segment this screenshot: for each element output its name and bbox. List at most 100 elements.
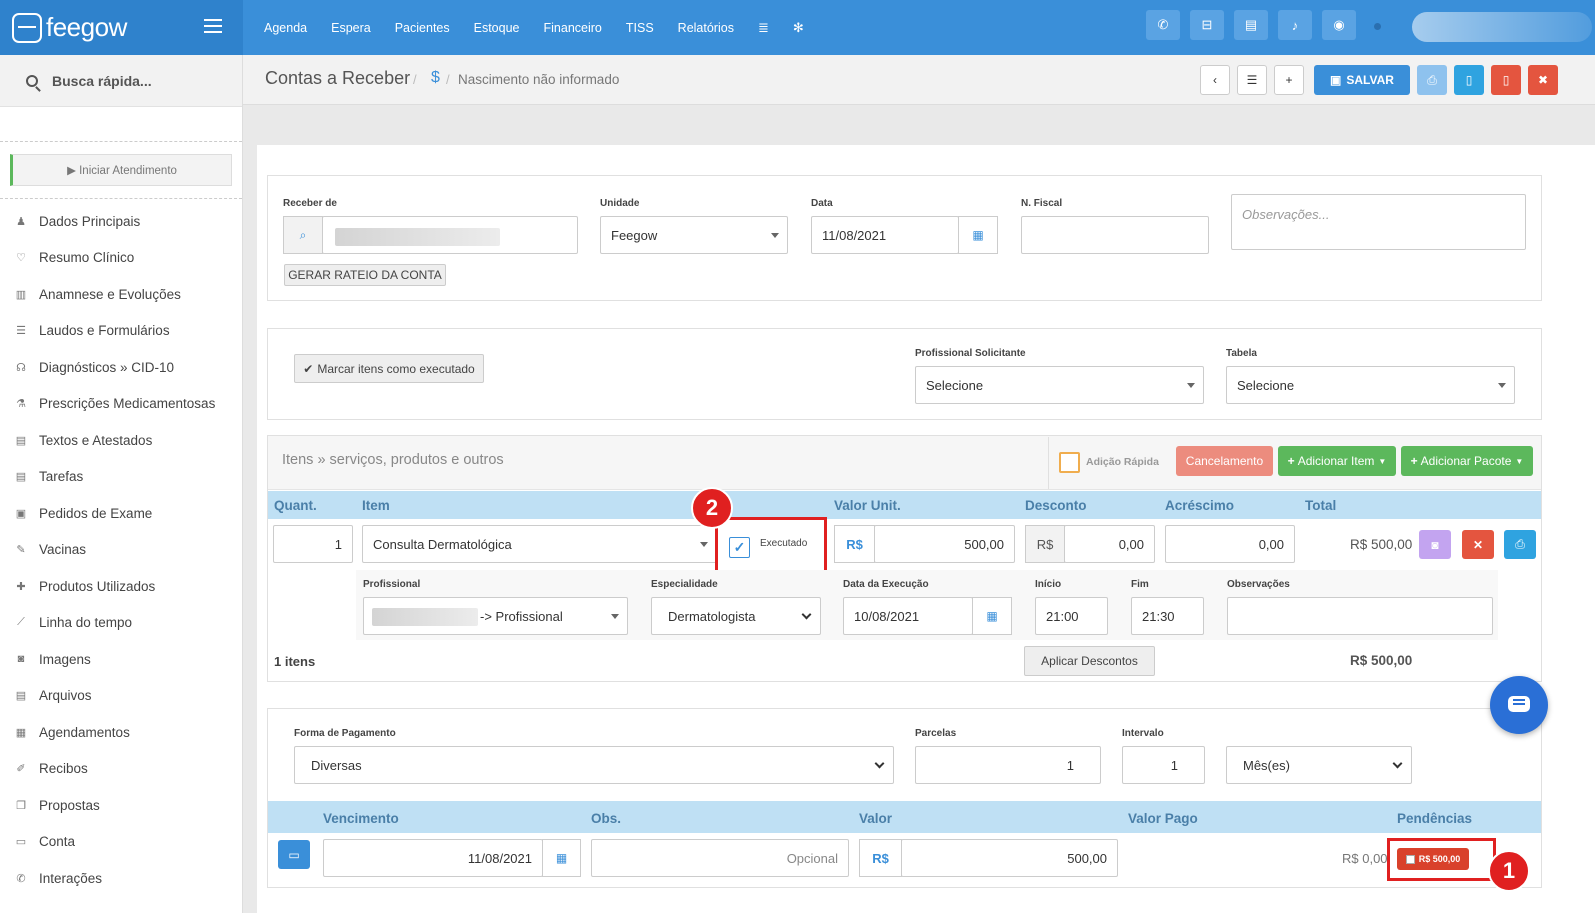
pdf-icon[interactable]: ▯: [1491, 65, 1521, 95]
sidebar-item[interactable]: ▤ Arquivos: [0, 678, 242, 715]
cancelamento-button[interactable]: Cancelamento: [1176, 446, 1273, 476]
fim-input[interactable]: 21:30: [1131, 597, 1204, 635]
installment-card-icon[interactable]: ▭: [278, 840, 310, 869]
sidebar-item[interactable]: ⚗ Prescrições Medicamentosas: [0, 386, 242, 423]
adicao-rapida-checkbox[interactable]: [1059, 452, 1080, 473]
aplicar-descontos-button[interactable]: Aplicar Descontos: [1024, 646, 1155, 676]
sidebar-item[interactable]: ☊ Diagnósticos » CID-10: [0, 349, 242, 386]
search-icon[interactable]: ⌕: [283, 216, 323, 254]
check-circle-icon: ✔: [303, 361, 314, 376]
sidebar-item[interactable]: ♟ Dados Principais: [0, 203, 242, 240]
sidebar-item[interactable]: ▭ Conta: [0, 824, 242, 861]
file-icon: ▤: [15, 471, 27, 484]
tabela-select[interactable]: Selecione: [1226, 366, 1515, 404]
breadcrumb-separator: /: [413, 72, 417, 87]
quant-input[interactable]: 1: [273, 525, 353, 563]
item-select[interactable]: Consulta Dermatológica: [362, 525, 717, 563]
payment-valor-input[interactable]: 500,00: [901, 839, 1118, 877]
remove-icon[interactable]: ✕: [1462, 530, 1494, 559]
sidebar-item[interactable]: ♡ Resumo Clínico: [0, 240, 242, 277]
page-header: Contas a Receber / $ / Nascimento não in…: [243, 55, 1595, 105]
list-icon[interactable]: ☰: [1237, 65, 1267, 95]
sidebar-item-label: Produtos Utilizados: [39, 578, 156, 594]
observacoes-textarea[interactable]: Observações...: [1231, 194, 1526, 250]
sidebar-item[interactable]: ✎ Vacinas: [0, 532, 242, 569]
data-execucao-input[interactable]: 10/08/2021: [843, 597, 973, 635]
parcelas-label: Parcelas: [915, 728, 957, 739]
nfiscal-input[interactable]: [1021, 216, 1209, 254]
data-input[interactable]: 11/08/2021: [811, 216, 959, 254]
professional-name-redacted: [372, 608, 478, 626]
top-bar: feegow Agenda Espera Pacientes Estoque F…: [0, 0, 1595, 55]
user-menu[interactable]: [1412, 12, 1592, 42]
sidebar-item[interactable]: ✆ Interações: [0, 860, 242, 897]
receber-de-input[interactable]: [322, 216, 578, 254]
save-button[interactable]: ▣ SALVAR: [1314, 65, 1410, 95]
sidebar-item[interactable]: ▣ Pedidos de Exame: [0, 495, 242, 532]
especialidade-select[interactable]: Dermatologista: [651, 597, 821, 635]
profissional-select[interactable]: -> Profissional: [363, 597, 628, 635]
chat-widget-icon[interactable]: [1490, 676, 1548, 734]
sidebar-item[interactable]: ☰ Laudos e Formulários: [0, 313, 242, 350]
sidebar-item[interactable]: ▤ Textos e Atestados: [0, 422, 242, 459]
chat-icon[interactable]: ◉: [1322, 10, 1356, 40]
card-icon[interactable]: ▤: [1234, 10, 1268, 40]
back-icon[interactable]: ‹: [1200, 65, 1230, 95]
add-icon[interactable]: +: [1274, 65, 1304, 95]
col-acrescimo: Acréscimo: [1165, 498, 1235, 513]
adicionar-item-button[interactable]: + Adicionar Item ▼: [1278, 446, 1396, 476]
calendar-icon[interactable]: ▦: [542, 839, 581, 877]
menu-toggle-icon[interactable]: [204, 19, 222, 37]
header-divider: [1048, 437, 1049, 489]
valor-unit-input[interactable]: 500,00: [874, 525, 1015, 563]
nav-estoque[interactable]: Estoque: [474, 21, 520, 35]
sidebar-item[interactable]: ▤ Tarefas: [0, 459, 242, 496]
database-icon[interactable]: ≣: [758, 20, 769, 36]
start-attendance-button[interactable]: ▶ Iniciar Atendimento: [10, 154, 232, 186]
desconto-type-addon[interactable]: R$: [1025, 525, 1065, 563]
gear-icon[interactable]: ✻: [793, 20, 804, 36]
mark-executed-button[interactable]: ✔ Marcar itens como executado: [294, 354, 484, 383]
trash-icon[interactable]: ✖: [1528, 65, 1558, 95]
bell-icon[interactable]: ♪: [1278, 10, 1312, 40]
detail-obs-input[interactable]: [1227, 597, 1493, 635]
calendar-icon[interactable]: ▦: [972, 597, 1012, 635]
sidebar-item[interactable]: ▦ Agendamentos: [0, 714, 242, 751]
periodo-select[interactable]: Mês(es): [1226, 746, 1412, 784]
nav-tiss[interactable]: TISS: [626, 21, 654, 35]
gerar-rateio-button[interactable]: GERAR RATEIO DA CONTA: [284, 264, 446, 286]
nav-espera[interactable]: Espera: [331, 21, 371, 35]
inicio-input[interactable]: 21:00: [1035, 597, 1108, 635]
highlight-box-executado: [715, 517, 827, 575]
camera-icon[interactable]: ◙: [1419, 530, 1451, 559]
forma-pagamento-select[interactable]: Diversas: [294, 746, 894, 784]
adicionar-pacote-button[interactable]: + Adicionar Pacote ▼: [1401, 446, 1533, 476]
inbox-icon[interactable]: ⊟: [1190, 10, 1224, 40]
unidade-select[interactable]: Feegow: [600, 216, 788, 254]
quick-search[interactable]: Busca rápida...: [0, 55, 242, 107]
intervalo-input[interactable]: 1: [1122, 746, 1205, 784]
nav-financeiro[interactable]: Financeiro: [544, 21, 602, 35]
vencimento-input[interactable]: 11/08/2021: [323, 839, 543, 877]
payment-obs-input[interactable]: Opcional: [591, 839, 849, 877]
sidebar-item[interactable]: ◙ Imagens: [0, 641, 242, 678]
desconto-input[interactable]: 0,00: [1064, 525, 1155, 563]
nav-relatorios[interactable]: Relatórios: [678, 21, 734, 35]
sidebar-item[interactable]: ✚ Produtos Utilizados: [0, 568, 242, 605]
print-icon[interactable]: ⎙: [1504, 530, 1536, 559]
document-icon[interactable]: ▯: [1454, 65, 1484, 95]
phone-icon[interactable]: ✆: [1146, 10, 1180, 40]
parcelas-input[interactable]: 1: [915, 746, 1101, 784]
calendar-icon[interactable]: ▦: [958, 216, 998, 254]
nav-pacientes[interactable]: Pacientes: [395, 21, 450, 35]
sidebar-item[interactable]: ✐ Recibos: [0, 751, 242, 788]
print-icon[interactable]: ⎙: [1417, 65, 1447, 95]
intervalo-value: 1: [1170, 757, 1178, 773]
nav-agenda[interactable]: Agenda: [264, 21, 307, 35]
dollar-icon[interactable]: $: [431, 69, 440, 87]
sidebar-item[interactable]: ❐ Propostas: [0, 787, 242, 824]
sidebar-item[interactable]: ⟋ Linha do tempo: [0, 605, 242, 642]
sidebar-item[interactable]: ▥ Anamnese e Evoluções: [0, 276, 242, 313]
prof-solicitante-select[interactable]: Selecione: [915, 366, 1204, 404]
acrescimo-input[interactable]: 0,00: [1165, 525, 1295, 563]
